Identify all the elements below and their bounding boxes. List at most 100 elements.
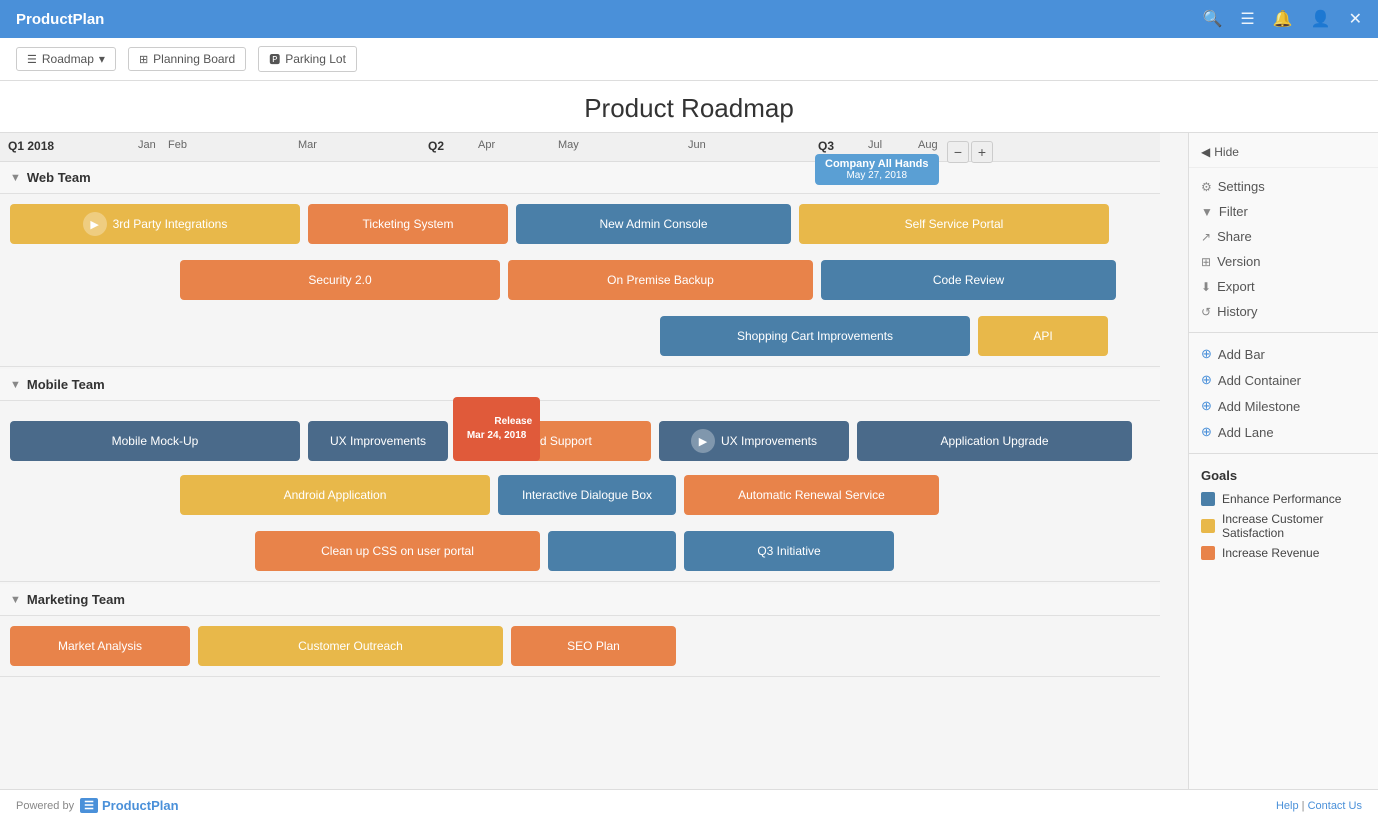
- marketing-team-label: Marketing Team: [27, 592, 125, 607]
- sidebar-item-add-milestone[interactable]: ⊕ Add Milestone: [1189, 393, 1378, 419]
- sidebar: ◀ Hide ⚙ Settings ▼ Filter ↗ Share ⊞ Ver…: [1188, 133, 1378, 789]
- mobile-team-lane: ▼ Mobile Team Release Mar 24, 2018 Mobil…: [0, 369, 1160, 582]
- card-label: Code Review: [933, 273, 1004, 287]
- marketing-team-row-1: Market Analysis Customer Outreach SEO Pl…: [0, 620, 1160, 672]
- add-lane-plus-icon: ⊕: [1201, 424, 1212, 440]
- card-label: Shopping Cart Improvements: [737, 329, 893, 343]
- month-may: May: [558, 139, 688, 153]
- card-label: Interactive Dialogue Box: [522, 488, 652, 502]
- sidebar-item-export[interactable]: ⬇ Export: [1189, 274, 1378, 299]
- roadmap-scroll[interactable]: − + Q1 2018 Jan Feb Mar Q2 Apr May Jun Q…: [0, 133, 1188, 789]
- card-shopping-cart-improvements[interactable]: Shopping Cart Improvements: [660, 316, 970, 356]
- sidebar-divider-1: [1189, 332, 1378, 333]
- zoom-out-button[interactable]: −: [947, 141, 969, 163]
- roadmap-label: Roadmap: [42, 52, 94, 66]
- card-code-review[interactable]: Code Review: [821, 260, 1116, 300]
- marketing-team-chevron: ▼: [10, 594, 21, 606]
- roadmap-inner: Q1 2018 Jan Feb Mar Q2 Apr May Jun Q3 Ju…: [0, 133, 1160, 733]
- goal-label-enhance: Enhance Performance: [1222, 492, 1341, 506]
- card-label: Android Application: [284, 488, 387, 502]
- card-ux-improvements-2[interactable]: ▶ UX Improvements: [659, 421, 849, 461]
- card-api[interactable]: API: [978, 316, 1108, 356]
- web-team-lane: ▼ Web Team ▶ 3rd Party Integrations Tick…: [0, 162, 1160, 367]
- productplan-logo: ☰ ProductPlan: [80, 798, 178, 813]
- month-apr: Apr: [478, 139, 558, 153]
- card-self-service-portal[interactable]: Self Service Portal: [799, 204, 1109, 244]
- milestone-label: Release Mar 24, 2018: [467, 416, 532, 441]
- marketing-team-lane: ▼ Marketing Team Market Analysis Custome…: [0, 584, 1160, 677]
- card-label: Q3 Initiative: [757, 544, 820, 558]
- nav-icons: 🔍 ☰ 🔔 👤 ✕: [1202, 9, 1362, 29]
- card-label: Ticketing System: [363, 217, 454, 231]
- sidebar-item-version[interactable]: ⊞ Version: [1189, 249, 1378, 274]
- contact-link[interactable]: Contact Us: [1308, 800, 1362, 812]
- sidebar-item-settings[interactable]: ⚙ Settings: [1189, 174, 1378, 199]
- mobile-team-header[interactable]: ▼ Mobile Team: [0, 369, 1160, 401]
- card-unnamed-blue[interactable]: [548, 531, 676, 571]
- main-layout: − + Q1 2018 Jan Feb Mar Q2 Apr May Jun Q…: [0, 133, 1378, 789]
- mobile-team-row-1: Release Mar 24, 2018 Mobile Mock-Up UX I…: [0, 405, 1160, 465]
- marketing-team-header[interactable]: ▼ Marketing Team: [0, 584, 1160, 616]
- card-label: SEO Plan: [567, 639, 620, 653]
- card-seo-plan[interactable]: SEO Plan: [511, 626, 676, 666]
- mobile-team-label: Mobile Team: [27, 377, 105, 392]
- goal-label-customer: Increase Customer Satisfaction: [1222, 512, 1366, 540]
- parking-lot-label: Parking Lot: [285, 52, 346, 66]
- notifications-icon[interactable]: 🔔: [1273, 9, 1293, 29]
- add-container-plus-icon: ⊕: [1201, 372, 1212, 388]
- card-label: Mobile Mock-Up: [112, 434, 199, 448]
- card-application-upgrade[interactable]: Application Upgrade: [857, 421, 1132, 461]
- hide-button[interactable]: ◀ Hide: [1189, 141, 1378, 168]
- card-label: Market Analysis: [58, 639, 142, 653]
- goal-dot-enhance: [1201, 492, 1215, 506]
- page-title: Product Roadmap: [0, 93, 1378, 124]
- sidebar-item-add-container[interactable]: ⊕ Add Container: [1189, 367, 1378, 393]
- menu-icon[interactable]: ☰: [1240, 9, 1254, 29]
- sidebar-item-add-lane[interactable]: ⊕ Add Lane: [1189, 419, 1378, 445]
- goal-increase-revenue: Increase Revenue: [1189, 543, 1378, 563]
- card-q3-initiative[interactable]: Q3 Initiative: [684, 531, 894, 571]
- card-on-premise-backup[interactable]: On Premise Backup: [508, 260, 813, 300]
- card-3rd-party-integrations[interactable]: ▶ 3rd Party Integrations: [10, 204, 300, 244]
- sidebar-item-share[interactable]: ↗ Share: [1189, 224, 1378, 249]
- card-label: UX Improvements: [330, 434, 426, 448]
- card-ticketing-system[interactable]: Ticketing System: [308, 204, 508, 244]
- card-security-2[interactable]: Security 2.0: [180, 260, 500, 300]
- roadmap-button[interactable]: ☰ Roadmap ▾: [16, 47, 116, 71]
- quarter-q2-label: Q2: [428, 139, 478, 153]
- history-icon: ↺: [1201, 305, 1211, 319]
- powered-by-text: Powered by: [16, 800, 74, 812]
- card-market-analysis[interactable]: Market Analysis: [10, 626, 190, 666]
- planning-board-button[interactable]: ⊞ Planning Board: [128, 47, 246, 71]
- export-icon: ⬇: [1201, 280, 1211, 294]
- card-new-admin-console[interactable]: New Admin Console: [516, 204, 791, 244]
- web-team-header[interactable]: ▼ Web Team: [0, 162, 1160, 194]
- card-label: Security 2.0: [308, 273, 371, 287]
- close-icon[interactable]: ✕: [1349, 9, 1362, 29]
- sidebar-item-filter[interactable]: ▼ Filter: [1189, 199, 1378, 224]
- sidebar-item-add-bar[interactable]: ⊕ Add Bar: [1189, 341, 1378, 367]
- card-label: Automatic Renewal Service: [738, 488, 885, 502]
- parking-lot-button[interactable]: 🅿 Parking Lot: [258, 46, 357, 72]
- card-customer-outreach[interactable]: Customer Outreach: [198, 626, 503, 666]
- month-jul: Jul: [868, 139, 918, 153]
- card-interactive-dialogue-box[interactable]: Interactive Dialogue Box: [498, 475, 676, 515]
- zoom-in-button[interactable]: +: [971, 141, 993, 163]
- card-mobile-mockup[interactable]: Mobile Mock-Up: [10, 421, 300, 461]
- goal-label-revenue: Increase Revenue: [1222, 546, 1319, 560]
- settings-icon: ⚙: [1201, 180, 1212, 194]
- card-automatic-renewal-service[interactable]: Automatic Renewal Service: [684, 475, 939, 515]
- user-icon[interactable]: 👤: [1311, 9, 1331, 29]
- card-ux-improvements-1[interactable]: UX Improvements: [308, 421, 448, 461]
- card-label: 3rd Party Integrations: [113, 217, 228, 231]
- sidebar-item-history[interactable]: ↺ History: [1189, 299, 1378, 324]
- add-bar-plus-icon: ⊕: [1201, 346, 1212, 362]
- company-all-hands-marker: Company All Hands May 27, 2018: [815, 154, 939, 185]
- card-android-application[interactable]: Android Application: [180, 475, 490, 515]
- card-clean-up-css[interactable]: Clean up CSS on user portal: [255, 531, 540, 571]
- release-milestone[interactable]: Release Mar 24, 2018: [453, 397, 540, 461]
- add-lane-label: Add Lane: [1218, 425, 1274, 440]
- roadmap-icon: ☰: [27, 53, 37, 66]
- search-icon[interactable]: 🔍: [1202, 9, 1222, 29]
- help-link[interactable]: Help: [1276, 800, 1299, 812]
